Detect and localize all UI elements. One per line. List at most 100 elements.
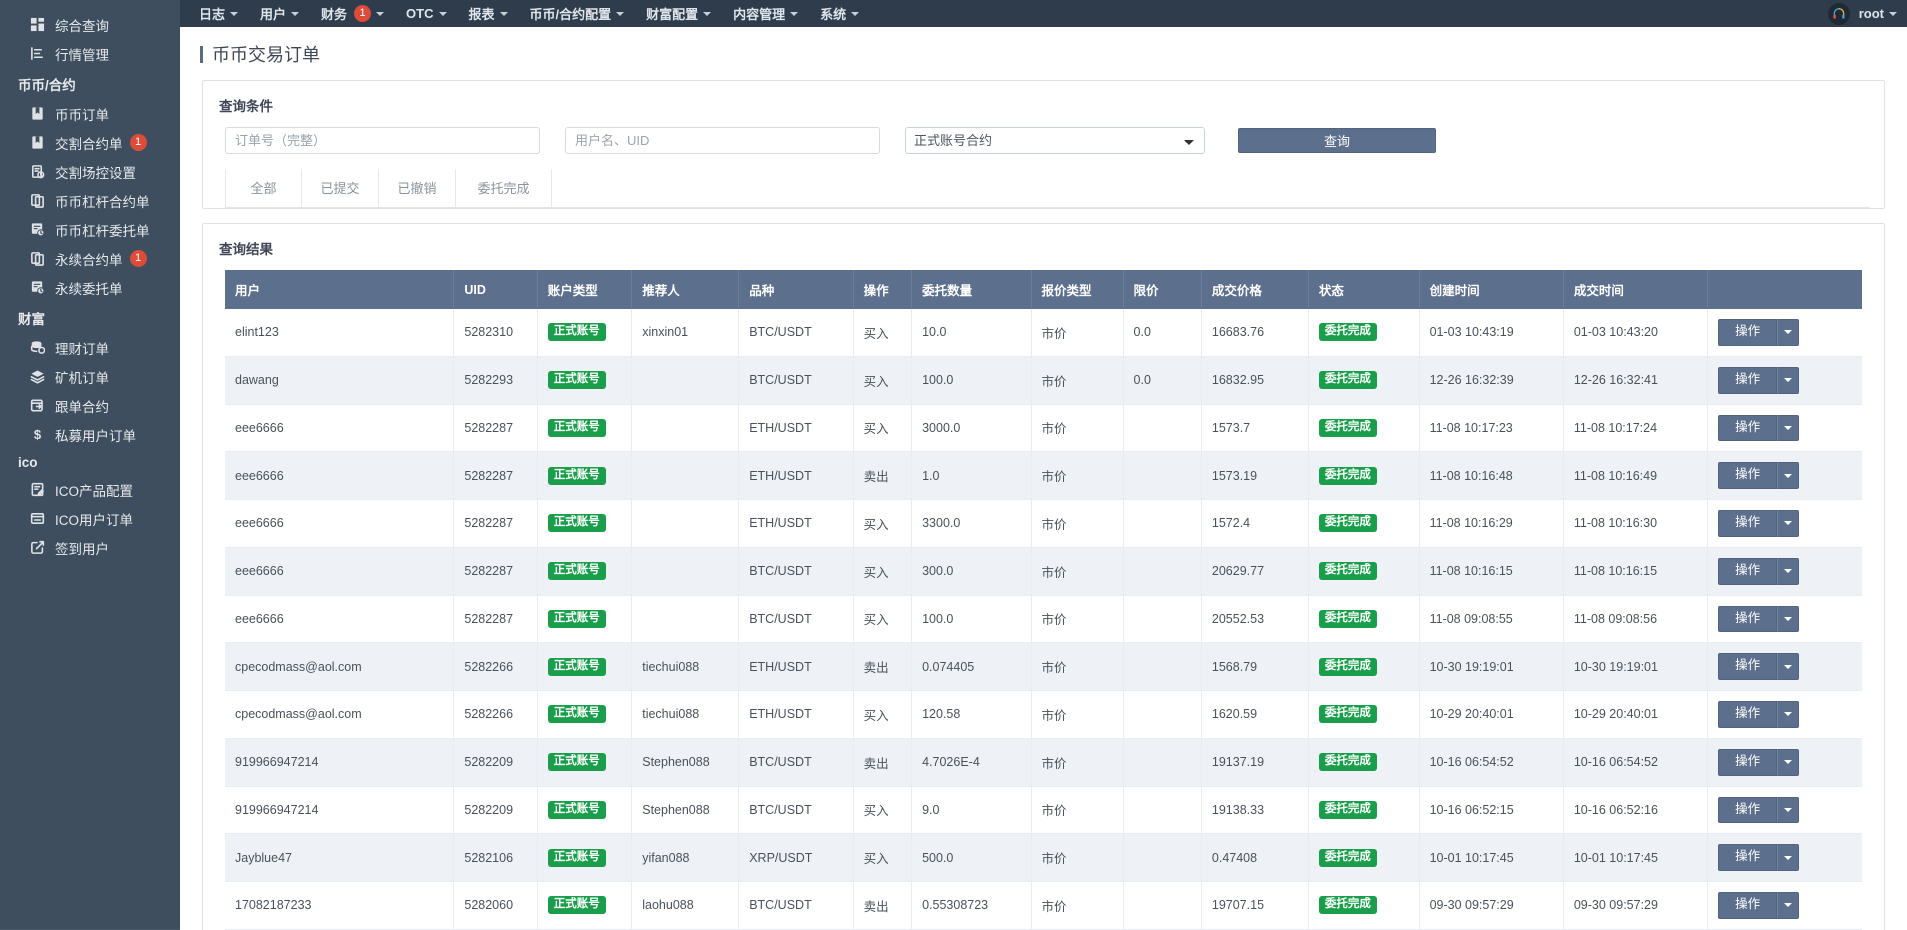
action-button[interactable]: 操作	[1718, 558, 1777, 585]
cell-price-type: 市价	[1031, 309, 1123, 356]
action-button[interactable]: 操作	[1718, 606, 1777, 633]
action-dropdown-toggle[interactable]	[1777, 510, 1799, 537]
action-button[interactable]: 操作	[1718, 462, 1777, 489]
cell-status: 委托完成	[1308, 738, 1419, 786]
action-button[interactable]: 操作	[1718, 367, 1777, 394]
sidebar-item-7[interactable]: 币币杠杆委托单	[0, 215, 180, 244]
table-head: 用户UID账户类型推荐人品种操作委托数量报价类型限价成交价格状态创建时间成交时间	[225, 270, 1862, 309]
cell-qty: 500.0	[912, 834, 1031, 882]
column-header-11: 创建时间	[1419, 270, 1563, 309]
status-tab-1[interactable]: 已提交	[302, 169, 379, 207]
sidebar-item-17[interactable]: ICO用户订单	[0, 504, 180, 533]
action-dropdown-toggle[interactable]	[1777, 797, 1799, 824]
status-badge: 委托完成	[1319, 323, 1377, 341]
action-button[interactable]: 操作	[1718, 415, 1777, 442]
account-type-select[interactable]: 正式账号合约	[905, 127, 1205, 154]
cell-account-type: 正式账号	[537, 547, 632, 595]
cell-limit-price	[1123, 500, 1201, 548]
avatar[interactable]	[1828, 3, 1850, 25]
action-dropdown-toggle[interactable]	[1777, 844, 1799, 871]
sidebar-item-11[interactable]: 理财订单	[0, 333, 180, 362]
status-badge: 委托完成	[1319, 419, 1377, 437]
action-dropdown-toggle[interactable]	[1777, 415, 1799, 442]
user-search-input[interactable]	[565, 127, 880, 154]
cell-uid: 5282266	[454, 643, 537, 691]
sidebar-item-13[interactable]: 跟单合约	[0, 391, 180, 420]
nav-item-7[interactable]: 内容管理	[722, 0, 809, 27]
cell-limit-price	[1123, 834, 1201, 882]
nav-item-3[interactable]: OTC	[395, 0, 457, 27]
grid-icon	[28, 17, 46, 32]
action-button[interactable]: 操作	[1718, 319, 1777, 346]
sidebar-item-3[interactable]: 币币订单	[0, 99, 180, 128]
sidebar-item-9[interactable]: 永续委托单	[0, 273, 180, 302]
sidebar-item-5[interactable]: 交割场控设置	[0, 157, 180, 186]
action-dropdown-toggle[interactable]	[1777, 606, 1799, 633]
action-dropdown-toggle[interactable]	[1777, 749, 1799, 776]
action-button[interactable]: 操作	[1718, 844, 1777, 871]
cell-status: 委托完成	[1308, 882, 1419, 930]
column-header-9: 成交价格	[1201, 270, 1308, 309]
sidebar-item-6[interactable]: 币币杠杆合约单	[0, 186, 180, 215]
cell-side: 买入	[853, 356, 911, 404]
action-button-group: 操作	[1718, 510, 1799, 537]
nav-item-0[interactable]: 日志	[188, 0, 249, 27]
action-dropdown-toggle[interactable]	[1777, 892, 1799, 919]
cell-referrer: yifan088	[632, 834, 739, 882]
action-button[interactable]: 操作	[1718, 653, 1777, 680]
action-button[interactable]: 操作	[1718, 892, 1777, 919]
cell-symbol: BTC/USDT	[739, 547, 853, 595]
cell-created: 01-03 10:43:19	[1419, 309, 1563, 356]
action-button[interactable]: 操作	[1718, 749, 1777, 776]
cell-status: 委托完成	[1308, 643, 1419, 691]
nav-item-6[interactable]: 财富配置	[635, 0, 722, 27]
results-panel-title: 查询结果	[203, 224, 1884, 270]
sidebar-item-18[interactable]: 签到用户	[0, 533, 180, 562]
sidebar-item-label: 交割合约单	[55, 133, 123, 153]
action-dropdown-toggle[interactable]	[1777, 367, 1799, 394]
user-menu[interactable]: root	[1859, 6, 1897, 21]
action-dropdown-toggle[interactable]	[1777, 653, 1799, 680]
action-dropdown-toggle[interactable]	[1777, 319, 1799, 346]
action-button[interactable]: 操作	[1718, 797, 1777, 824]
sidebar-item-14[interactable]: $私募用户订单	[0, 420, 180, 449]
sidebar-item-0[interactable]: 综合查询	[0, 10, 180, 39]
title-accent-bar	[200, 46, 203, 63]
status-tab-0[interactable]: 全部	[225, 169, 302, 207]
nav-item-badge: 1	[354, 5, 371, 22]
sidebar-item-label: 综合查询	[55, 15, 109, 35]
sidebar-item-4[interactable]: 交割合约单1	[0, 128, 180, 157]
sidebar: 综合查询行情管理币币/合约币币订单交割合约单1交割场控设置币币杠杆合约单币币杠杆…	[0, 0, 180, 930]
sidebar-item-8[interactable]: 永续合约单1	[0, 244, 180, 273]
action-dropdown-toggle[interactable]	[1777, 558, 1799, 585]
cell-deal-price: 1573.7	[1201, 404, 1308, 452]
nav-item-8[interactable]: 系统	[809, 0, 870, 27]
cell-symbol: BTC/USDT	[739, 595, 853, 643]
status-tab-3[interactable]: 委托完成	[456, 169, 552, 207]
sidebar-item-label: 币币订单	[55, 104, 109, 124]
cell-qty: 4.7026E-4	[912, 738, 1031, 786]
action-button[interactable]: 操作	[1718, 510, 1777, 537]
sidebar-item-12[interactable]: 矿机订单	[0, 362, 180, 391]
action-dropdown-toggle[interactable]	[1777, 701, 1799, 728]
sidebar-item-16[interactable]: ICO产品配置	[0, 475, 180, 504]
table-row: elint1235282310正式账号xinxin01BTC/USDT买入10.…	[225, 309, 1862, 356]
nav-item-1[interactable]: 用户	[249, 0, 310, 27]
chevron-down-icon	[1784, 378, 1792, 382]
status-tab-2[interactable]: 已撤销	[379, 169, 456, 207]
headset-icon	[1832, 7, 1846, 21]
cell-price-type: 市价	[1031, 834, 1123, 882]
column-header-6: 委托数量	[912, 270, 1031, 309]
nav-item-2[interactable]: 财务1	[310, 0, 395, 27]
chevron-down-icon	[291, 12, 299, 16]
nav-item-4[interactable]: 报表	[458, 0, 519, 27]
action-dropdown-toggle[interactable]	[1777, 462, 1799, 489]
sidebar-item-1[interactable]: 行情管理	[0, 39, 180, 68]
order-no-input[interactable]	[225, 127, 540, 154]
cell-status: 委托完成	[1308, 309, 1419, 356]
query-button[interactable]: 查询	[1238, 128, 1436, 153]
action-button[interactable]: 操作	[1718, 701, 1777, 728]
nav-item-label: 报表	[469, 4, 495, 23]
nav-item-5[interactable]: 币币/合约配置	[519, 0, 636, 27]
cell-uid: 5282287	[454, 404, 537, 452]
